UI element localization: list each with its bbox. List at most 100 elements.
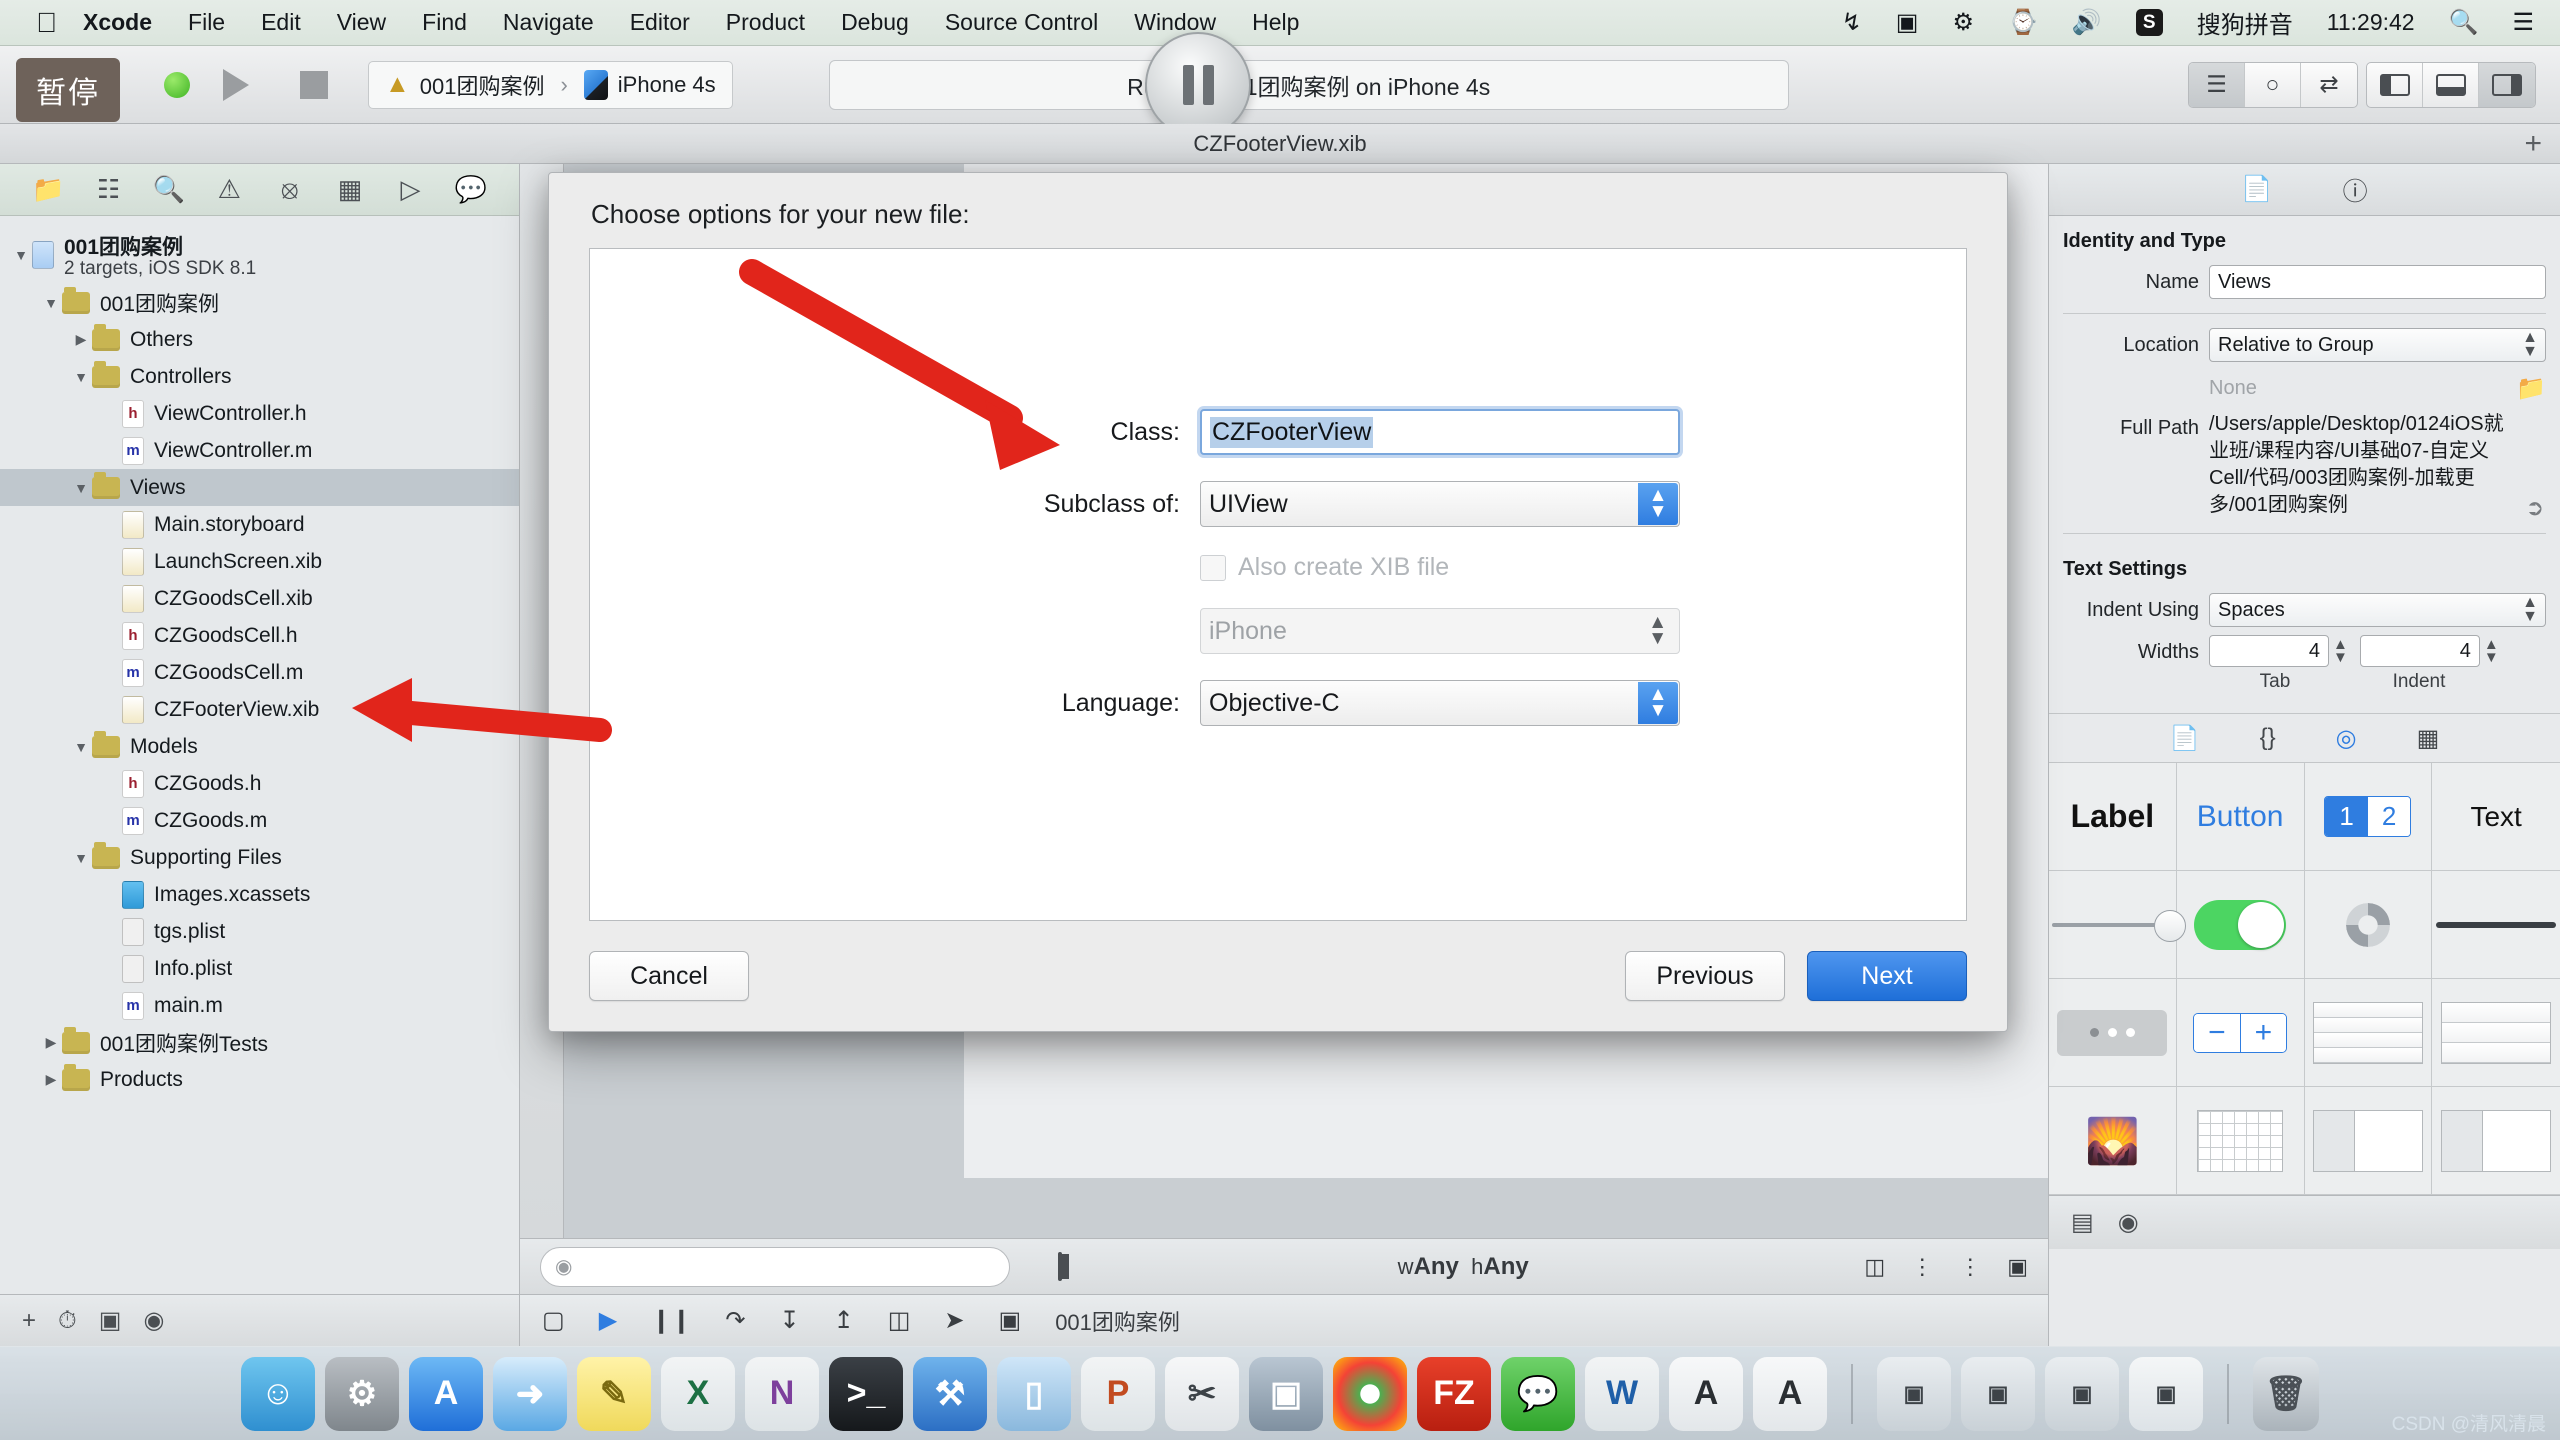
time-machine-icon[interactable]: ⌚ xyxy=(2008,8,2038,37)
resolve-issues-icon[interactable]: ⋮ xyxy=(1959,1254,1981,1280)
volume-icon[interactable]: 🔊 xyxy=(2072,8,2102,37)
disclosure-expanded-icon[interactable]: ▼ xyxy=(40,295,62,311)
language-select[interactable]: Objective-C ▲ ▼ xyxy=(1200,680,1680,726)
indent-width-field[interactable]: 4 xyxy=(2359,635,2480,667)
library-item-container-view[interactable] xyxy=(2432,1087,2560,1195)
filter-icon[interactable]: ◉ xyxy=(2118,1208,2139,1237)
library-item-progress-view[interactable] xyxy=(2432,871,2560,979)
file-inspector-icon[interactable]: 📄 xyxy=(2241,175,2272,204)
dock-item-safari[interactable]: ➜ xyxy=(493,1356,567,1431)
reveal-in-finder-icon[interactable]: ➲ xyxy=(2526,495,2544,521)
file-tree-row[interactable]: ▼ 001团购案例 2 targets, iOS SDK 8.1 xyxy=(0,226,519,284)
show-debug-area-icon[interactable]: ▢ xyxy=(542,1306,565,1335)
library-item-collection-view[interactable] xyxy=(2176,1087,2305,1195)
dock-item-onenote[interactable]: N xyxy=(745,1356,819,1431)
simulate-location-icon[interactable]: ➤ xyxy=(944,1306,964,1335)
menu-item-file[interactable]: File xyxy=(188,9,225,36)
indent-using-select[interactable]: Spaces ▲ ▼ xyxy=(2209,593,2546,627)
subclass-select[interactable]: UIView ▲ ▼ xyxy=(1200,481,1680,527)
dock-window-2[interactable]: ▣ xyxy=(1961,1356,2035,1431)
tab-width-field[interactable]: 4 xyxy=(2209,635,2329,667)
dock-item-system-preferences[interactable]: ⚙ xyxy=(325,1356,399,1431)
dock-item-word[interactable]: W xyxy=(1585,1356,1659,1431)
file-tree-row[interactable]: m CZGoodsCell.m xyxy=(0,654,519,691)
dock-item-wechat[interactable]: 💬 xyxy=(1501,1356,1575,1431)
project-navigator-tab[interactable]: 📁 xyxy=(18,164,78,216)
file-tree-row[interactable]: ▼ Controllers xyxy=(0,358,519,395)
media-library-icon[interactable]: ▦ xyxy=(2417,724,2440,753)
dock-item-font-b[interactable]: A xyxy=(1753,1356,1827,1431)
menu-bar-clock[interactable]: 11:29:42 xyxy=(2327,9,2415,36)
view-pane-segments[interactable] xyxy=(2366,61,2536,108)
size-class-label[interactable]: wAny hAny xyxy=(1398,1253,1529,1281)
file-tree-row[interactable]: h CZGoods.h xyxy=(0,765,519,802)
standard-editor-icon[interactable]: ☰ xyxy=(2189,62,2245,107)
disclosure-collapsed-icon[interactable]: ▶ xyxy=(70,331,92,348)
library-item-segmented[interactable]: 12 xyxy=(2304,763,2433,871)
location-select[interactable]: Relative to Group ▲ ▼ xyxy=(2209,328,2546,362)
find-navigator-tab[interactable]: 🔍 xyxy=(139,164,199,216)
file-template-library-icon[interactable]: 📄 xyxy=(2170,724,2200,753)
name-field[interactable]: Views xyxy=(2209,265,2546,299)
choose-folder-icon[interactable]: 📁 xyxy=(2516,374,2546,403)
dock-item-excel[interactable]: X xyxy=(661,1356,735,1431)
code-snippet-library-icon[interactable]: {} xyxy=(2260,724,2276,752)
menu-item-help[interactable]: Help xyxy=(1252,9,1299,36)
next-button[interactable]: Next xyxy=(1807,951,1967,1001)
tab-width-stepper[interactable]: ▲ ▼ xyxy=(2333,637,2348,666)
library-item-stepper[interactable]: − + xyxy=(2176,979,2305,1087)
library-item-slider[interactable] xyxy=(2049,871,2187,979)
screen-record-icon[interactable]: ▣ xyxy=(1896,8,1919,37)
library-item-split-view[interactable] xyxy=(2304,1087,2433,1195)
plus-icon[interactable]: + xyxy=(2524,127,2542,161)
pin-icon[interactable]: ⋮ xyxy=(1911,1254,1933,1280)
dock-item-powerpoint[interactable]: P xyxy=(1081,1356,1155,1431)
menu-item-debug[interactable]: Debug xyxy=(841,9,909,36)
library-item-label[interactable]: Label xyxy=(2049,763,2177,871)
input-method-label[interactable]: 搜狗拼音 xyxy=(2197,5,2293,40)
dock-item-filezilla[interactable]: FZ xyxy=(1417,1356,1491,1431)
also-create-xib-checkbox[interactable]: Also create XIB file xyxy=(1200,553,1680,582)
menu-item-navigate[interactable]: Navigate xyxy=(503,9,594,36)
dock-window-1[interactable]: ▣ xyxy=(1877,1356,1951,1431)
file-tree-row[interactable]: LaunchScreen.xib xyxy=(0,543,519,580)
file-tree-row[interactable]: tgs.plist xyxy=(0,913,519,950)
file-tree-row[interactable]: ▶ Products xyxy=(0,1061,519,1098)
disclosure-collapsed-icon[interactable]: ▶ xyxy=(40,1034,62,1051)
menu-item-view[interactable]: View xyxy=(337,9,386,36)
file-tree-row[interactable]: ▼ Views xyxy=(0,469,519,506)
bluetooth-icon[interactable]: ⚙ xyxy=(1952,8,1974,37)
menu-item-editor[interactable]: Editor xyxy=(630,9,690,36)
class-name-field[interactable]: CZFooterView xyxy=(1200,409,1680,455)
report-navigator-tab[interactable]: 💬 xyxy=(441,164,501,216)
file-tree-row[interactable]: m CZGoods.m xyxy=(0,802,519,839)
dock-item-terminal[interactable]: >_ xyxy=(829,1356,903,1431)
step-out-icon[interactable]: ↥ xyxy=(834,1306,854,1335)
disclosure-expanded-icon[interactable]: ▼ xyxy=(70,739,92,755)
filter-unsaved-icon[interactable]: ▣ xyxy=(99,1306,122,1335)
debug-pane-icon[interactable] xyxy=(2423,62,2479,107)
file-tree-row[interactable]: Images.xcassets xyxy=(0,876,519,913)
pause-button[interactable] xyxy=(1145,32,1251,138)
dock-item-xcode[interactable]: ⚒ xyxy=(913,1356,987,1431)
step-into-icon[interactable]: ↧ xyxy=(779,1306,799,1335)
previous-button[interactable]: Previous xyxy=(1625,951,1785,1001)
file-tree-row[interactable]: ▶ Others xyxy=(0,321,519,358)
library-item-table-view[interactable] xyxy=(2304,979,2433,1087)
file-tree-row[interactable]: CZGoodsCell.xib xyxy=(0,580,519,617)
object-library-grid[interactable]: Label Button 12 Text − + 🌄 xyxy=(2049,763,2560,1195)
library-item-textfield[interactable]: Text xyxy=(2432,763,2560,871)
library-item-page-control[interactable] xyxy=(2049,979,2177,1087)
editor-filter-field[interactable]: ◉ xyxy=(540,1246,1010,1287)
debug-navigator-tab[interactable]: ▦ xyxy=(320,164,380,216)
assistant-editor-icon[interactable]: ○ xyxy=(2245,62,2301,107)
list-view-icon[interactable]: ▤ xyxy=(2071,1208,2094,1237)
dock-item-screen-sharing[interactable]: ▣ xyxy=(1249,1356,1323,1431)
dock-item-snipping[interactable]: ✂ xyxy=(1165,1356,1239,1431)
file-tree-row[interactable]: Main.storyboard xyxy=(0,506,519,543)
dock-window-3[interactable]: ▣ xyxy=(2045,1356,2119,1431)
view-hierarchy-icon[interactable]: ◫ xyxy=(888,1306,911,1335)
file-tree-row[interactable]: Info.plist xyxy=(0,950,519,987)
breakpoint-navigator-tab[interactable]: ▷ xyxy=(380,164,440,216)
test-navigator-tab[interactable]: ⦻ xyxy=(260,164,320,216)
